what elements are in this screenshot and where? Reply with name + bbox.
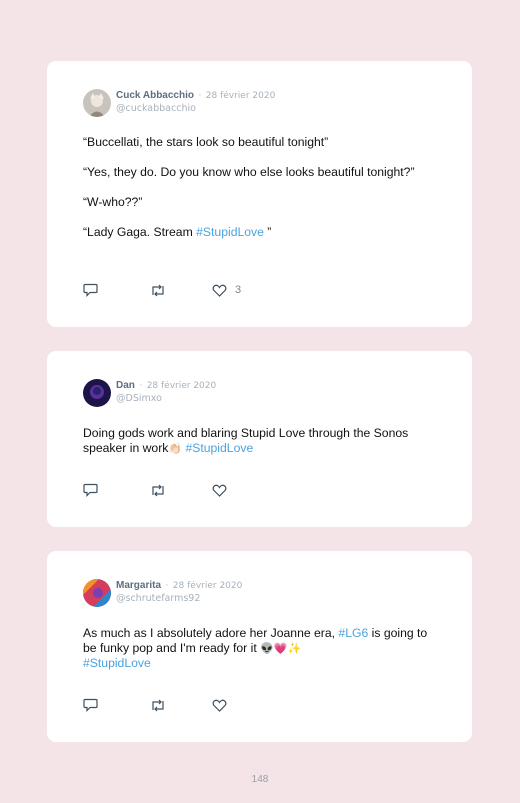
tweet-paragraph: “W-who??” bbox=[83, 195, 143, 209]
tweet-text: As much as I absolutely adore her Joanne… bbox=[83, 626, 436, 671]
emoji-group: 👽💗✨ bbox=[260, 642, 302, 655]
retweet-icon bbox=[150, 284, 166, 297]
tweet-date[interactable]: 28 février 2020 bbox=[206, 91, 276, 101]
tweet-paragraph: “Buccellati, the stars look so beautiful… bbox=[83, 135, 329, 149]
reply-icon bbox=[83, 283, 98, 297]
page-number: 148 bbox=[251, 774, 269, 785]
like-button[interactable] bbox=[212, 484, 227, 497]
retweet-button[interactable] bbox=[150, 699, 212, 712]
hashtag-link[interactable]: #StupidLove bbox=[196, 225, 264, 239]
separator: · bbox=[139, 381, 143, 391]
tweet-meta: Margarita · 28 février 2020 @schrutefarm… bbox=[116, 578, 242, 605]
avatar[interactable] bbox=[83, 89, 111, 117]
author-handle[interactable]: @schrutefarms92 bbox=[116, 593, 242, 605]
author-name[interactable]: Cuck Abbacchio bbox=[116, 90, 194, 101]
tweet-text: Doing gods work and blaring Stupid Love … bbox=[83, 426, 436, 456]
separator: · bbox=[165, 581, 169, 591]
like-button[interactable] bbox=[212, 699, 227, 712]
tweet-card: Margarita · 28 février 2020 @schrutefarm… bbox=[47, 551, 472, 742]
hashtag-link[interactable]: #LG6 bbox=[338, 626, 368, 640]
like-count: 3 bbox=[235, 284, 242, 296]
like-button[interactable]: 3 bbox=[212, 284, 241, 297]
tweet-paragraph: Doing gods work and blaring Stupid Love … bbox=[83, 426, 436, 456]
tweet-paragraph: As much as I absolutely adore her Joanne… bbox=[83, 626, 436, 671]
author-name[interactable]: Dan bbox=[116, 380, 135, 391]
tweet-header: Dan · 28 février 2020 @DSimxo bbox=[83, 378, 436, 412]
like-icon bbox=[212, 284, 227, 297]
author-handle[interactable]: @DSimxo bbox=[116, 393, 216, 405]
text-segment: As much as I absolutely adore her Joanne… bbox=[83, 626, 339, 640]
separator: · bbox=[198, 91, 202, 101]
avatar[interactable] bbox=[83, 579, 111, 607]
tweet-paragraph: “Lady Gaga. Stream #StupidLove ” bbox=[83, 225, 436, 240]
like-icon bbox=[212, 699, 227, 712]
text-segment: “Lady Gaga. Stream bbox=[83, 225, 197, 239]
tweet-card: Dan · 28 février 2020 @DSimxo Doing gods… bbox=[47, 351, 472, 527]
tweet-text: “Buccellati, the stars look so beautiful… bbox=[83, 135, 436, 240]
tweet-card: Cuck Abbacchio · 28 février 2020 @cuckab… bbox=[47, 61, 472, 327]
hashtag-link[interactable]: #StupidLove bbox=[185, 441, 253, 455]
tweet-paragraph: “Yes, they do. Do you know who else look… bbox=[83, 165, 415, 179]
retweet-button[interactable] bbox=[150, 484, 212, 497]
tweet-meta: Cuck Abbacchio · 28 février 2020 @cuckab… bbox=[116, 88, 275, 115]
tweet-actions bbox=[83, 483, 227, 497]
tweet-date[interactable]: 28 février 2020 bbox=[173, 581, 243, 591]
avatar[interactable] bbox=[83, 379, 111, 407]
reply-icon bbox=[83, 698, 98, 712]
author-name[interactable]: Margarita bbox=[116, 580, 161, 591]
reply-button[interactable] bbox=[83, 698, 150, 712]
hashtag-link[interactable]: #StupidLove bbox=[83, 656, 151, 670]
clap-emoji: 👏🏻 bbox=[168, 442, 183, 455]
retweet-icon bbox=[150, 699, 166, 712]
reply-icon bbox=[83, 483, 98, 497]
tweet-date[interactable]: 28 février 2020 bbox=[147, 381, 217, 391]
like-icon bbox=[212, 484, 227, 497]
tweet-meta: Dan · 28 février 2020 @DSimxo bbox=[116, 378, 216, 405]
retweet-button[interactable] bbox=[150, 284, 212, 297]
tweet-header: Margarita · 28 février 2020 @schrutefarm… bbox=[83, 578, 436, 612]
tweet-actions bbox=[83, 698, 227, 712]
tweet-actions: 3 bbox=[83, 283, 241, 297]
retweet-icon bbox=[150, 484, 166, 497]
author-handle[interactable]: @cuckabbacchio bbox=[116, 103, 275, 115]
reply-button[interactable] bbox=[83, 283, 150, 297]
reply-button[interactable] bbox=[83, 483, 150, 497]
tweet-header: Cuck Abbacchio · 28 février 2020 @cuckab… bbox=[83, 88, 436, 122]
text-segment: ” bbox=[263, 225, 272, 239]
